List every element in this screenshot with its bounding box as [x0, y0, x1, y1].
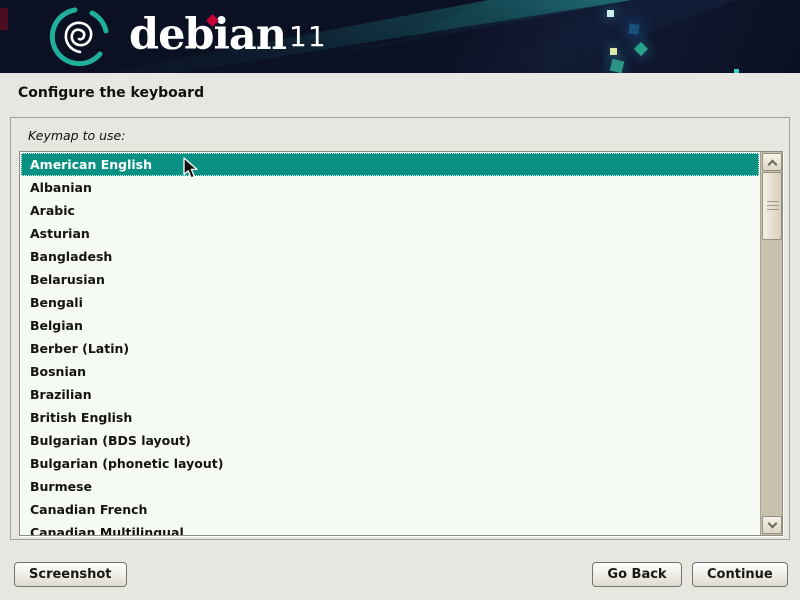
- list-item[interactable]: Canadian French: [21, 498, 759, 521]
- list-item[interactable]: Berber (Latin): [21, 337, 759, 360]
- list-item[interactable]: Brazilian: [21, 383, 759, 406]
- chevron-up-icon: [767, 159, 777, 169]
- list-item[interactable]: Bulgarian (BDS layout): [21, 429, 759, 452]
- debian-logo-icon: [46, 3, 112, 71]
- go-back-button[interactable]: Go Back: [592, 562, 682, 587]
- list-item[interactable]: American English: [21, 153, 759, 176]
- list-item[interactable]: British English: [21, 406, 759, 429]
- question-panel: Keymap to use: American EnglishAlbanianA…: [10, 117, 790, 540]
- page-title: Configure the keyboard: [18, 85, 204, 101]
- continue-button[interactable]: Continue: [692, 562, 788, 587]
- scroll-up-button[interactable]: [762, 153, 782, 171]
- screenshot-button[interactable]: Screenshot: [14, 562, 127, 587]
- list-item[interactable]: Bangladesh: [21, 245, 759, 268]
- list-item[interactable]: Belarusian: [21, 268, 759, 291]
- decor-square: [734, 69, 739, 73]
- scroll-down-button[interactable]: [762, 516, 782, 534]
- keymap-label: Keymap to use:: [28, 128, 125, 143]
- decor-square: [628, 23, 639, 34]
- list-item[interactable]: Arabic: [21, 199, 759, 222]
- banner: debian 11: [0, 0, 800, 73]
- keymap-list[interactable]: American EnglishAlbanianArabicAsturianBa…: [19, 151, 783, 536]
- list-item[interactable]: Burmese: [21, 475, 759, 498]
- brand-version: 11: [289, 20, 327, 53]
- decor-square: [607, 10, 614, 17]
- list-item[interactable]: Albanian: [21, 176, 759, 199]
- scrollbar-grip-icon: [767, 201, 779, 211]
- list-item[interactable]: Belgian: [21, 314, 759, 337]
- decor-square: [610, 48, 617, 55]
- list-item[interactable]: Canadian Multilingual: [21, 521, 759, 535]
- scrollbar-thumb[interactable]: [762, 172, 782, 240]
- scrollbar[interactable]: [760, 152, 782, 535]
- banner-left-accent: [0, 8, 8, 30]
- keymap-list-rows: American EnglishAlbanianArabicAsturianBa…: [21, 153, 759, 535]
- list-item[interactable]: Bosnian: [21, 360, 759, 383]
- list-item[interactable]: Asturian: [21, 222, 759, 245]
- list-item[interactable]: Bulgarian (phonetic layout): [21, 452, 759, 475]
- installer-window: debian 11 Configure the keyboard Keymap …: [0, 0, 800, 600]
- chevron-down-icon: [767, 518, 777, 528]
- list-item[interactable]: Bengali: [21, 291, 759, 314]
